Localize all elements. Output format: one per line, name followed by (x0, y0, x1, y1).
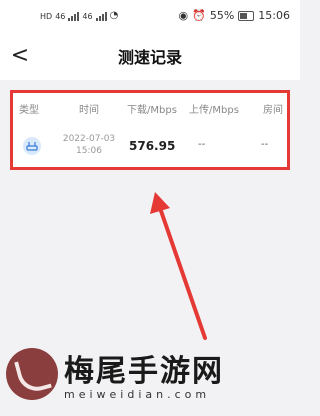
record-date: 2022-07-03 (62, 134, 116, 144)
signal-group: HD 46 46 ◔ (40, 10, 118, 21)
clock: 15:06 (258, 9, 290, 22)
signal-icon (68, 12, 80, 21)
network-label-2: 46 (82, 12, 93, 21)
column-headers: 类型 时间 下载/Mbps 上传/Mbps 房间 (13, 101, 287, 117)
column-header-room: 房间 (263, 105, 283, 116)
router-icon (23, 137, 41, 155)
table-row[interactable]: 2022-07-03 15:06 576.95 -- -- (13, 133, 287, 163)
watermark: 梅尾手游网 meiweidian.com (6, 342, 296, 412)
column-header-download: 下载/Mbps (127, 105, 177, 116)
wifi-icon: ◔ (109, 10, 119, 21)
column-header-time: 时间 (79, 105, 99, 116)
network-label-1: 46 (55, 12, 66, 21)
alarm-icon: ⏰ (192, 9, 206, 22)
eye-icon: ◉ (178, 9, 189, 22)
signal-icon-2 (95, 12, 107, 21)
column-header-upload: 上传/Mbps (189, 105, 239, 116)
column-header-type: 类型 (19, 105, 39, 116)
speed-test-records-panel: 类型 时间 下载/Mbps 上传/Mbps 房间 2022-07-03 15:0… (10, 90, 290, 170)
status-right: ◉ ⏰ 55% 15:06 (179, 9, 290, 22)
upload-value: -- (198, 139, 206, 150)
watermark-text: 梅尾手游网 (64, 354, 224, 389)
record-datetime: 2022-07-03 15:06 (59, 133, 119, 157)
battery-icon (238, 10, 255, 21)
record-time: 15:06 (76, 146, 102, 156)
page-title: 测速记录 (117, 48, 182, 67)
status-bar: HD 46 46 ◔ ◉ ⏰ 55% 15:06 (0, 0, 300, 32)
watermark-url: meiweidian.com (64, 388, 211, 401)
watermark-logo-icon (6, 348, 58, 400)
header: < 测速记录 (0, 32, 300, 80)
room-value: -- (261, 139, 269, 150)
hd-label: HD (40, 12, 53, 21)
battery-percent: 55% (209, 9, 235, 22)
download-value: 576.95 (129, 139, 176, 153)
